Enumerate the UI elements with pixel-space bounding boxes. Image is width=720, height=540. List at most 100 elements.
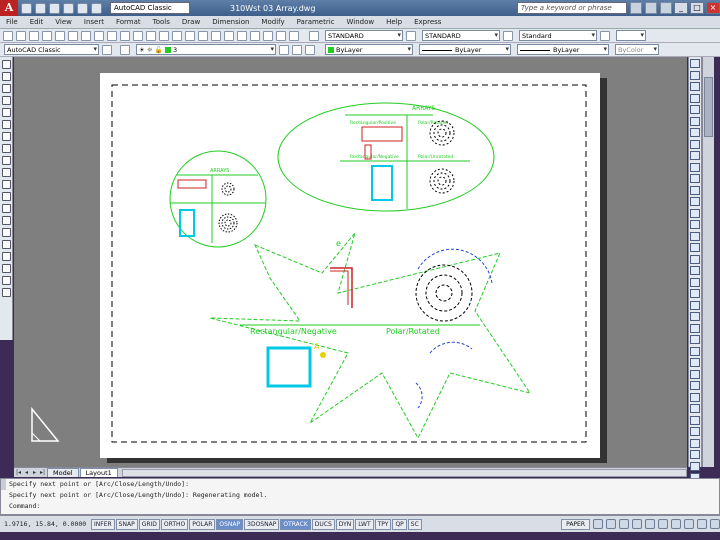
join-icon[interactable] (690, 208, 700, 218)
open-file-icon[interactable] (35, 2, 46, 14)
layer-previous-icon[interactable] (292, 44, 302, 55)
undo-icon[interactable] (133, 30, 143, 41)
layer-icon[interactable] (690, 300, 700, 310)
status-toggle-ortho[interactable]: ORTHO (160, 518, 189, 530)
insert-block-icon[interactable] (2, 192, 11, 201)
quick-view-drawings-icon[interactable] (606, 519, 616, 529)
quick-view-layouts-icon[interactable] (593, 519, 603, 529)
text-icon[interactable] (690, 323, 700, 333)
preview-icon[interactable] (55, 30, 65, 41)
copy-icon[interactable] (690, 70, 700, 80)
status-toggle-ducs[interactable]: DUCS (311, 518, 335, 530)
mtext-icon[interactable] (2, 276, 11, 285)
pan-icon[interactable] (619, 519, 629, 529)
menu-window[interactable]: Window (341, 18, 381, 26)
dist-icon[interactable] (690, 266, 700, 275)
design-center-icon[interactable] (224, 30, 234, 41)
match-icon[interactable] (690, 312, 700, 321)
tab-nav-button[interactable]: ▸| (39, 469, 46, 477)
redo-icon[interactable] (146, 30, 156, 41)
revision-cloud-icon[interactable] (2, 144, 11, 153)
zoom-icon[interactable] (632, 519, 642, 529)
menu-format[interactable]: Format (110, 18, 147, 26)
sun-icon[interactable]: ☼ (147, 46, 155, 54)
showmotion-icon[interactable] (658, 519, 668, 529)
region-icon[interactable] (2, 252, 11, 261)
lock-icon[interactable] (697, 519, 707, 529)
stretch-icon[interactable] (690, 151, 700, 160)
pan-icon[interactable] (159, 30, 169, 41)
horizontal-scrollbar[interactable] (121, 469, 687, 477)
line-icon[interactable] (2, 60, 11, 69)
steering-wheel-icon[interactable] (645, 519, 655, 529)
help-icon[interactable] (289, 30, 299, 41)
save-icon[interactable] (29, 30, 39, 41)
menu-express[interactable]: Express (408, 18, 447, 26)
circle-icon[interactable] (2, 132, 11, 141)
plotstyle-select[interactable]: ByColor (615, 44, 659, 55)
status-toggle-3dosnap[interactable]: 3DOSNAP (244, 518, 280, 530)
make-block-icon[interactable] (2, 204, 11, 213)
workspace-switch-icon[interactable] (684, 519, 694, 529)
tool-palettes-icon[interactable] (237, 30, 247, 41)
view-icon[interactable] (690, 427, 700, 436)
menu-tools[interactable]: Tools (147, 18, 176, 26)
multileader-style-select[interactable] (616, 30, 646, 41)
make-current-layer-icon[interactable] (279, 44, 289, 55)
ellipse-icon[interactable] (2, 168, 11, 177)
drawing-canvas[interactable]: ARRAYS Rectangular/Positive Polar/Rotate… (100, 73, 600, 458)
menu-insert[interactable]: Insert (78, 18, 110, 26)
menu-help[interactable]: Help (380, 18, 408, 26)
add-selected-icon[interactable] (2, 288, 11, 297)
orbit-icon[interactable] (690, 438, 700, 448)
calculator-icon[interactable] (276, 30, 286, 41)
redo-icon[interactable] (77, 2, 88, 14)
break-at-point-icon[interactable] (690, 185, 700, 195)
dim-style-select[interactable]: STANDARD (422, 30, 500, 41)
new-file-icon[interactable] (21, 2, 32, 14)
lock-icon[interactable]: 🔓 (155, 46, 165, 54)
dim-icon[interactable] (690, 335, 700, 344)
lineweight-select[interactable]: ByLayer (517, 44, 609, 55)
center-icon[interactable] (690, 369, 700, 379)
fillet-icon[interactable] (690, 231, 700, 241)
tab-nav-button[interactable]: ▸ (31, 469, 38, 477)
sheet-set-icon[interactable] (250, 30, 260, 41)
edit-dim-icon[interactable] (690, 381, 700, 390)
tab-model[interactable]: Model (47, 468, 79, 477)
open-icon[interactable] (16, 30, 26, 41)
menu-draw[interactable]: Draw (176, 18, 206, 26)
command-window[interactable]: Specify next point or [Arc/Close/Length/… (0, 478, 720, 515)
close-button[interactable]: × (706, 2, 720, 14)
status-toggle-qp[interactable]: QP (392, 518, 407, 530)
clean-screen-icon[interactable] (710, 519, 720, 529)
rotate-icon[interactable] (690, 128, 700, 137)
block-icon[interactable] (690, 404, 700, 413)
workspace-select[interactable]: AutoCAD Classic (110, 2, 190, 14)
coordinate-readout[interactable]: 1.9716, 15.84, 0.0000 (0, 520, 90, 528)
extend-icon[interactable] (690, 174, 700, 183)
help-icon[interactable] (660, 2, 672, 14)
plot-icon[interactable] (91, 2, 102, 14)
erase-icon[interactable] (690, 59, 700, 68)
trim-icon[interactable] (690, 162, 700, 172)
command-window-grip[interactable] (1, 479, 6, 490)
zoom-realtime-icon[interactable] (172, 30, 182, 41)
tab-nav-button[interactable]: |◂ (15, 469, 22, 477)
properties-icon[interactable] (211, 30, 221, 41)
workspace-settings-icon[interactable] (102, 44, 112, 55)
arc-icon[interactable] (2, 120, 11, 129)
gradient-icon[interactable] (2, 240, 11, 249)
explode-icon[interactable] (690, 254, 700, 264)
annotation-scale-icon[interactable] (671, 519, 681, 529)
layout-sheet[interactable]: ARRAYS Rectangular/Positive Polar/Rotate… (100, 73, 600, 458)
offset-icon[interactable] (690, 93, 700, 103)
menu-parametric[interactable]: Parametric (291, 18, 341, 26)
linetype-select[interactable]: ByLayer (419, 44, 511, 55)
publish-icon[interactable] (68, 30, 78, 41)
match-properties-icon[interactable] (120, 30, 130, 41)
status-toggle-polar[interactable]: POLAR (189, 518, 216, 530)
mirror-icon[interactable] (690, 82, 700, 91)
ucs-icon[interactable] (690, 415, 700, 425)
menu-view[interactable]: View (49, 18, 78, 26)
